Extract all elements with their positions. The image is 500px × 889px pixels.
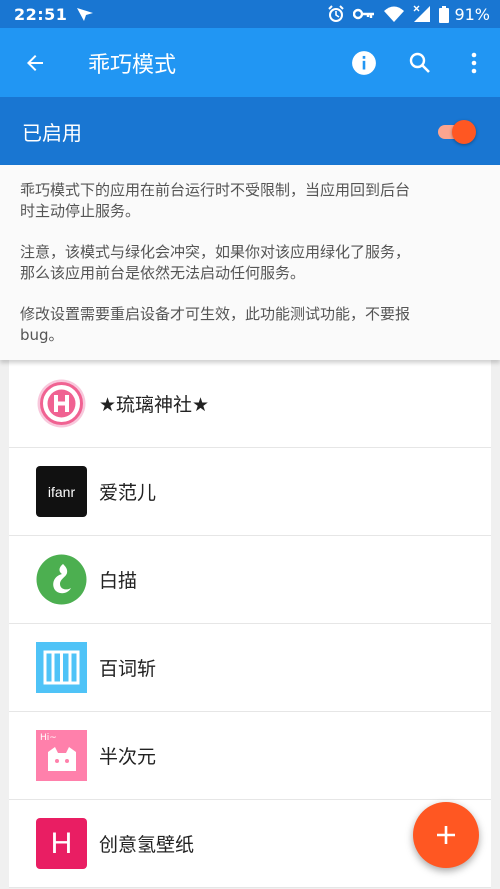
- info-icon: [352, 50, 376, 75]
- arrow-back-icon: [27, 54, 43, 71]
- wifi-icon: [383, 5, 405, 23]
- app-list-item[interactable]: ifanr 爱范儿: [9, 448, 491, 536]
- back-button[interactable]: [0, 51, 70, 75]
- battery-icon: [439, 5, 450, 23]
- app-name: 半次元: [99, 746, 157, 768]
- app-name: 爱范儿: [99, 482, 157, 504]
- enable-toggle[interactable]: [436, 117, 476, 145]
- app-bar: 乖巧模式: [0, 28, 500, 97]
- hlili-icon: [37, 379, 86, 428]
- description-paragraph: 乖巧模式下的应用在前台运行时不受限制，当应用回到后台时主动停止服务。: [20, 181, 411, 220]
- description-paragraph: 修改设置需要重启设备才可生效，此功能测试功能，不要报bug。: [20, 305, 411, 344]
- app-name: ★琉璃神社★: [99, 394, 210, 416]
- app-list-item[interactable]: Hi~ 半次元: [9, 712, 491, 800]
- baicizhan-icon: [36, 642, 87, 693]
- navigation-arrow-icon: [75, 6, 95, 22]
- baimiao-icon: [36, 554, 87, 605]
- search-button[interactable]: [392, 35, 448, 91]
- hydrogen-icon-text: H: [50, 826, 73, 860]
- app-name: 百词斩: [99, 658, 157, 680]
- status-time: 22:51: [14, 4, 68, 24]
- battery-percentage: 91%: [454, 4, 490, 24]
- cellular-signal-icon: [413, 5, 431, 23]
- toggle-thumb: [452, 120, 476, 144]
- ifanr-icon-text: ifanr: [47, 483, 76, 500]
- search-icon: [409, 52, 430, 73]
- hydrogen-wallpaper-icon: H: [36, 818, 87, 869]
- info-button[interactable]: [336, 35, 392, 91]
- status-bar: 22:51 91%: [0, 0, 500, 28]
- description-paragraph: 注意，该模式与绿化会冲突，如果你对该应用绿化了服务，那么该应用前台是依然无法启动…: [20, 243, 411, 282]
- app-name: 创意氢壁纸: [99, 834, 195, 856]
- add-app-button[interactable]: [413, 802, 479, 868]
- more-options-button[interactable]: [448, 35, 500, 91]
- app-list-item[interactable]: ★琉璃神社★: [9, 360, 491, 448]
- mode-description: 乖巧模式下的应用在前台运行时不受限制，当应用回到后台时主动停止服务。 注意，该模…: [0, 165, 500, 360]
- page-title: 乖巧模式: [88, 52, 177, 78]
- plus-icon: [437, 826, 455, 844]
- enable-switch-bar[interactable]: 已启用: [0, 97, 500, 165]
- bcy-icon-text: Hi~: [40, 733, 57, 743]
- app-list: ★琉璃神社★ ifanr 爱范儿 白描 百词斩 Hi~ 半次元 H 创意氢壁纸: [9, 360, 491, 888]
- ifanr-icon: ifanr: [36, 466, 87, 517]
- more-vert-icon: [471, 52, 477, 73]
- vpn-key-icon: [353, 7, 375, 21]
- app-list-item[interactable]: 白描: [9, 536, 491, 624]
- app-list-item[interactable]: 百词斩: [9, 624, 491, 712]
- bcy-icon: Hi~: [36, 730, 87, 781]
- app-name: 白描: [99, 570, 138, 592]
- alarm-icon: [327, 5, 345, 23]
- enable-label: 已启用: [22, 120, 82, 145]
